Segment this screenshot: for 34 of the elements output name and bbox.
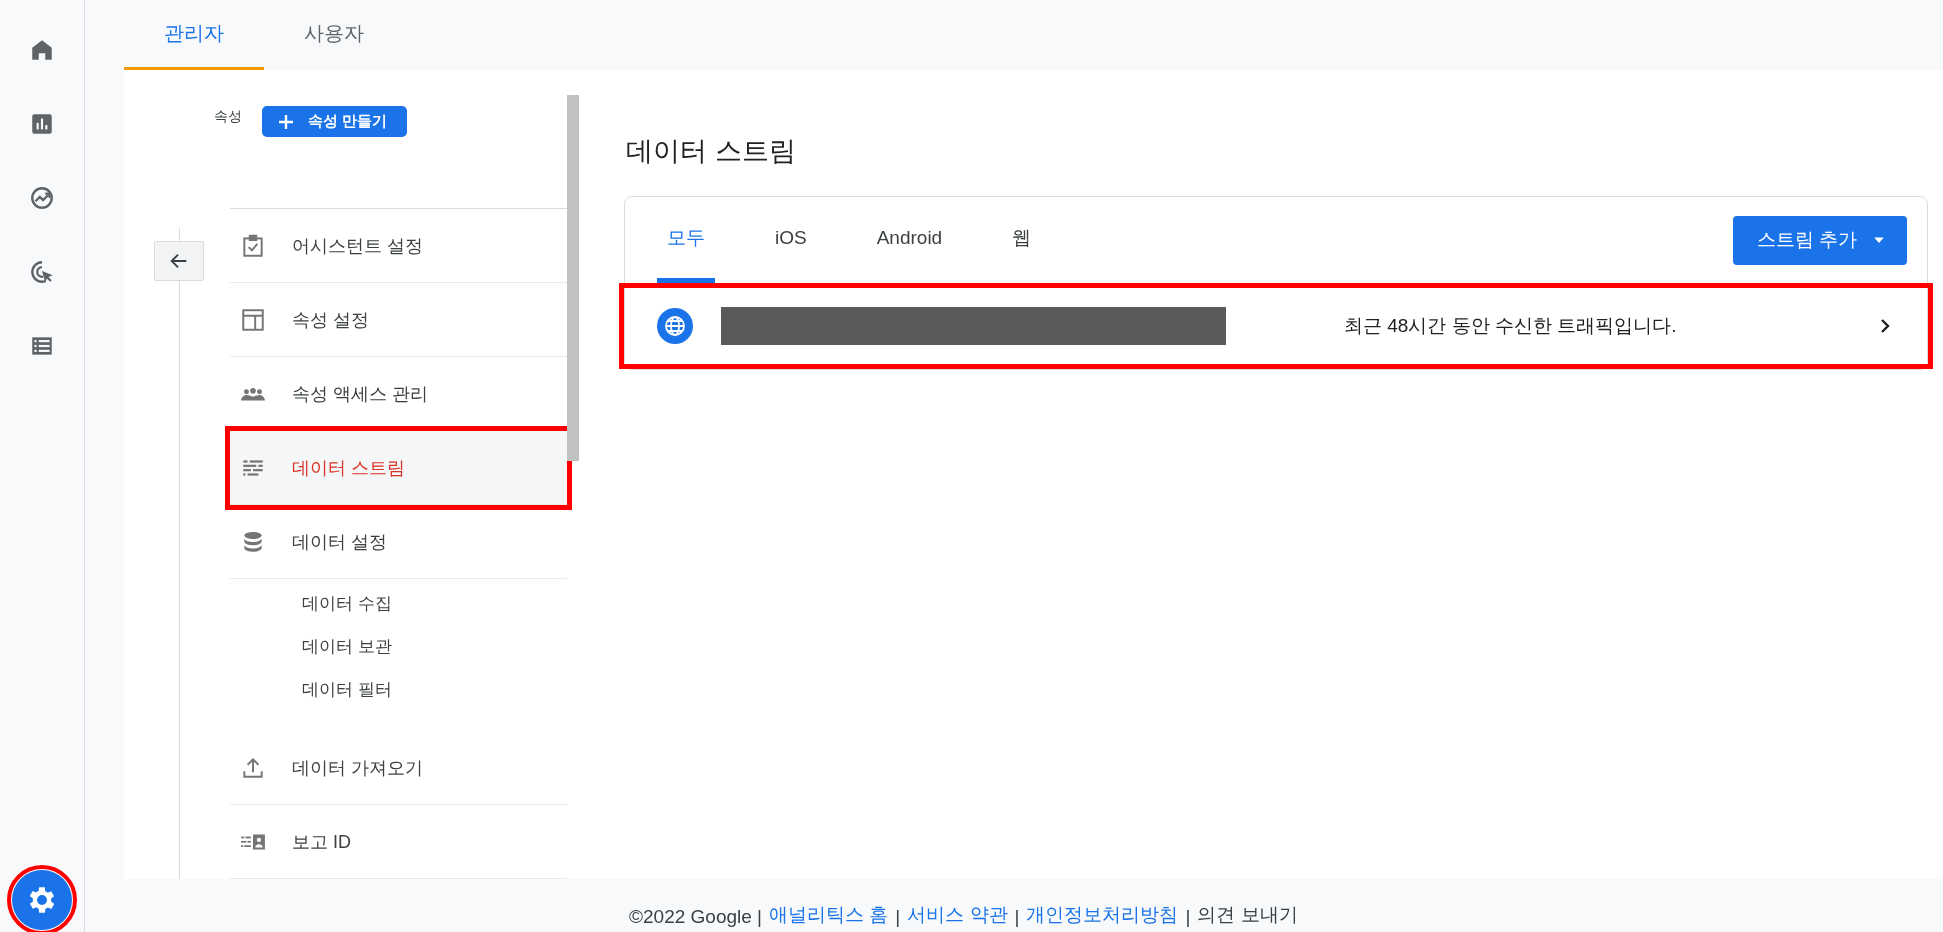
globe-icon (657, 308, 693, 344)
sidebar-item[interactable]: 데이터 설정 (230, 505, 567, 579)
footer-text: | (1014, 906, 1020, 928)
stream-status: 최근 48시간 동안 수신한 트래픽입니다. (1344, 314, 1678, 338)
trend-icon[interactable] (29, 185, 55, 211)
platform-tab[interactable]: 웹 (1002, 197, 1042, 283)
sidebar-subitem[interactable]: 데이터 보관 (230, 625, 567, 668)
clipboard-check-icon (240, 232, 266, 259)
stream-row[interactable]: 최근 48시간 동안 수신한 트래픽입니다. (619, 283, 1933, 369)
property-label: 속성 (214, 108, 242, 126)
footer-link[interactable]: 서비스 약관 (907, 902, 1008, 928)
footer-text: ©2022 Google | (629, 906, 763, 928)
sidebar-item[interactable]: 보고 ID (230, 805, 567, 879)
admin-tab[interactable]: 사용자 (264, 0, 404, 70)
platform-tab[interactable]: iOS (765, 197, 817, 283)
footer-text: | (895, 906, 901, 928)
footer-link[interactable]: 개인정보처리방침 (1026, 902, 1179, 928)
footer-link[interactable]: 애널리틱스 홈 (769, 902, 889, 928)
page-title: 데이터 스트림 (626, 134, 797, 168)
sidebar-subitem[interactable]: 데이터 수집 (230, 582, 567, 625)
sidebar-subitem[interactable]: 데이터 필터 (230, 668, 567, 711)
add-stream-button[interactable]: 스트림 추가 (1732, 215, 1907, 265)
cursor-target-icon[interactable] (29, 259, 55, 285)
scrollbar-thumb[interactable] (567, 95, 579, 461)
sidebar-item[interactable]: 데이터 가져오기 (230, 731, 567, 805)
footer-text: 의견 보내기 (1197, 903, 1298, 927)
footer-text: | (1185, 906, 1191, 928)
create-property-button[interactable]: 속성 만들기 (262, 106, 408, 137)
bar-chart-icon[interactable] (29, 111, 55, 137)
back-button[interactable] (154, 241, 204, 281)
plus-icon (278, 113, 294, 130)
platform-tab[interactable]: Android (866, 197, 953, 283)
platform-tab[interactable]: 모두 (657, 197, 715, 283)
layout-icon (240, 306, 266, 333)
